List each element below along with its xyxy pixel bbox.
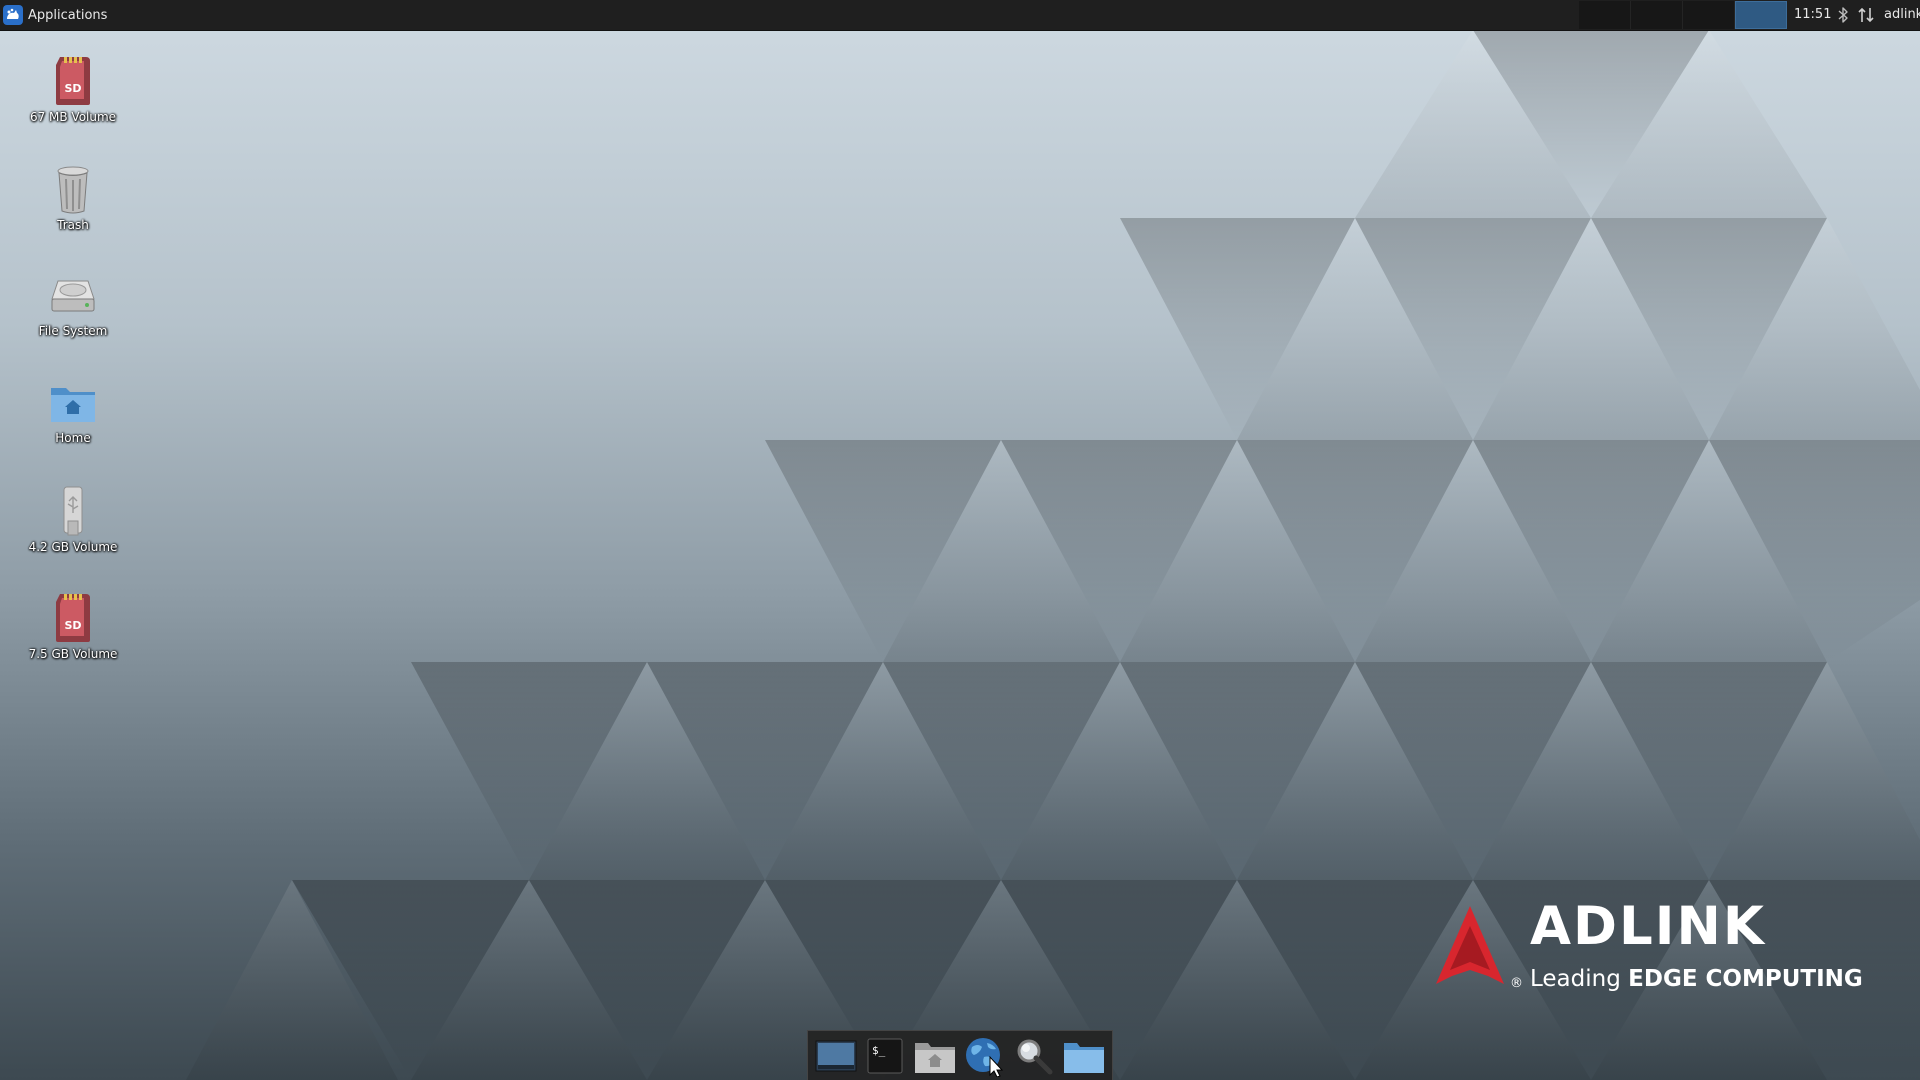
dock-app-finder[interactable]	[1012, 1034, 1056, 1078]
folder-icon	[1064, 1042, 1105, 1073]
home-folder-icon	[915, 1042, 956, 1073]
tagline-regular: Leading	[1530, 966, 1629, 992]
usb-drive-icon	[63, 486, 83, 536]
workspace-2-button[interactable]	[1631, 1, 1683, 29]
terminal-icon: $_	[867, 1038, 903, 1073]
desktop-icon-file-system[interactable]: File System	[18, 271, 128, 338]
applications-menu-button[interactable]: Applications	[3, 3, 113, 27]
workspace-4-button[interactable]	[1735, 1, 1787, 29]
sd-card-icon: SD	[56, 57, 90, 105]
bluetooth-icon[interactable]	[1836, 6, 1850, 24]
workspace-1-button[interactable]	[1579, 1, 1631, 29]
hard-drive-icon	[51, 280, 95, 312]
desktop-icon-label: Home	[55, 431, 91, 445]
registered-mark: ®	[1510, 976, 1523, 991]
workspace-switcher	[1579, 1, 1787, 29]
desktop-icon-label: File System	[38, 324, 108, 338]
clock[interactable]: 11:51	[1794, 0, 1831, 30]
dock-files[interactable]	[1062, 1034, 1106, 1078]
user-menu[interactable]: adlink	[1884, 0, 1920, 30]
trash-icon	[57, 166, 89, 214]
desktop-icon-label: 7.5 GB Volume	[28, 647, 118, 661]
desktop-icon-trash[interactable]: Trash	[18, 163, 128, 232]
dock-file-manager[interactable]	[913, 1034, 957, 1078]
dock-terminal[interactable]: $_	[863, 1034, 907, 1078]
desktop-icon-label: 4.2 GB Volume	[28, 540, 118, 554]
dock-web-browser[interactable]	[963, 1034, 1007, 1078]
show-desktop-icon	[815, 1040, 857, 1071]
dock-show-desktop[interactable]	[814, 1034, 858, 1078]
tagline-bold: EDGE COMPUTING	[1628, 966, 1863, 992]
desktop-icon-4-2gb-volume[interactable]: 4.2 GB Volume	[18, 485, 128, 554]
adlink-brand-name: ADLINK	[1530, 896, 1766, 957]
adlink-tagline: Leading EDGE COMPUTING	[1530, 964, 1863, 994]
magnifier-icon	[1017, 1039, 1053, 1074]
applications-menu-label: Applications	[28, 7, 108, 23]
desktop-icon-label: 67 MB Volume	[29, 110, 117, 124]
terminal-prompt: $_	[872, 1044, 886, 1057]
desktop-icon-7-5gb-volume[interactable]: SD 7.5 GB Volume	[18, 592, 128, 661]
dock: $_	[807, 1030, 1113, 1080]
top-panel: Applications 11:51 adlink	[0, 0, 1920, 31]
globe-icon	[965, 1037, 1003, 1077]
workspace-3-button[interactable]	[1683, 1, 1735, 29]
desktop-icon-home[interactable]: Home	[18, 378, 128, 445]
desktop-icon-67mb-volume[interactable]: SD 67 MB Volume	[18, 55, 128, 124]
svg-text:SD: SD	[64, 82, 81, 95]
sd-card-icon: SD	[56, 594, 90, 642]
svg-text:SD: SD	[64, 619, 81, 632]
home-folder-icon	[51, 388, 95, 422]
xfce-mouse-logo-icon	[3, 5, 23, 25]
desktop[interactable]: Applications 11:51 adlink SD 67 MB Volum…	[0, 0, 1920, 1080]
desktop-icon-label: Trash	[57, 218, 89, 232]
network-icon[interactable]	[1857, 6, 1875, 24]
